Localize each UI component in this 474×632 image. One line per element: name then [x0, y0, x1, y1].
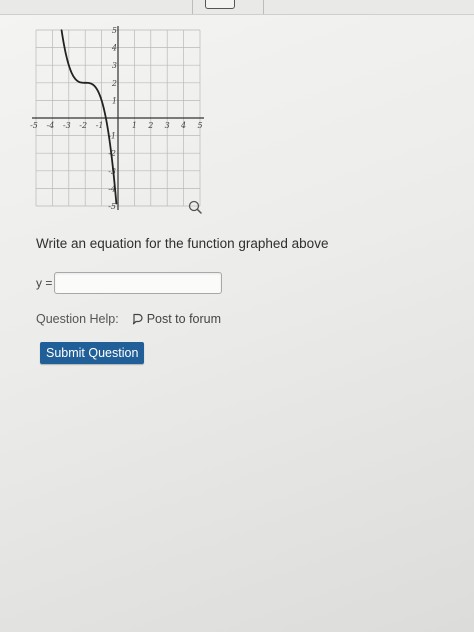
- question-help-row: Question Help: Post to forum: [36, 312, 221, 326]
- y-tick-label: 4: [111, 44, 117, 53]
- post-to-forum-text: Post to forum: [146, 312, 222, 326]
- submit-question-button[interactable]: Submit Question: [40, 342, 145, 364]
- function-curve: [60, 29, 118, 205]
- y-tick-label: 3: [112, 61, 117, 70]
- toolbar-divider: [192, 0, 193, 14]
- answer-label: y =: [36, 276, 53, 290]
- magnifier-icon[interactable]: [188, 200, 202, 214]
- graph-axes: [32, 26, 204, 210]
- y-tick-label: -5: [108, 202, 116, 211]
- speech-bubble-icon: [131, 313, 143, 325]
- question-help-label: Question Help:: [36, 312, 119, 326]
- x-tick-label: 5: [197, 121, 202, 130]
- toolbar-divider: [263, 0, 264, 14]
- x-tick-label: 2: [147, 121, 153, 130]
- x-tick-label: -5: [30, 121, 38, 130]
- y-tick-label: 5: [112, 26, 117, 35]
- answer-row: y =: [36, 272, 223, 294]
- top-toolbar-strip: [0, 0, 474, 15]
- y-tick-label: 2: [111, 79, 117, 88]
- x-tick-label: -4: [47, 121, 55, 130]
- x-tick-label: -2: [79, 121, 87, 130]
- x-tick-label: 4: [180, 121, 186, 130]
- question-prompt: Write an equation for the function graph…: [36, 236, 329, 251]
- y-tick-label: 1: [112, 96, 117, 105]
- answer-input[interactable]: [54, 272, 223, 294]
- function-graph: -5 -4 -3 -2 -1 1 2 3 4 554321-1-2-3-4-5: [30, 26, 204, 214]
- x-tick-label: -3: [63, 121, 71, 130]
- x-tick-label: 1: [132, 121, 137, 130]
- toolbar-tab[interactable]: [205, 0, 235, 9]
- x-tick-label: -1: [96, 121, 104, 130]
- x-tick-label: 3: [165, 121, 170, 130]
- post-to-forum-link[interactable]: Post to forum: [131, 312, 221, 326]
